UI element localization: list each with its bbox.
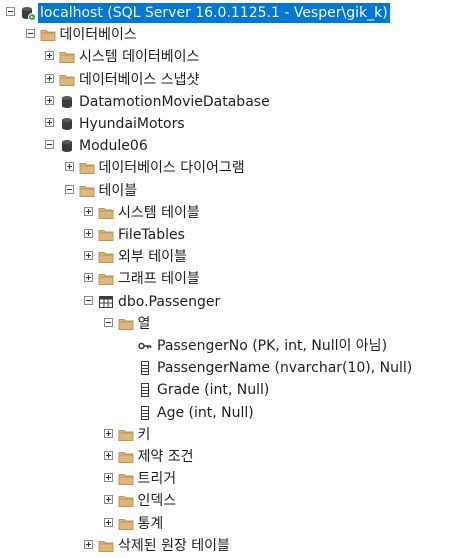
expand-icon[interactable]: [84, 251, 93, 261]
tree-node-label: HyundaiMotors: [79, 116, 185, 132]
tree-node-label: 외부 테이블: [118, 249, 187, 266]
tree-node-label: localhost (SQL Server 16.0.1125.1 - Vesp…: [38, 3, 390, 23]
tables-folder[interactable]: 테이블: [0, 180, 450, 202]
key-icon: [137, 338, 153, 354]
db-module06[interactable]: Module06: [0, 135, 450, 157]
expand-icon[interactable]: [103, 517, 113, 527]
tree-node-label: PassengerName (nvarchar(10), Null): [157, 360, 413, 377]
tree-node-label: 그래프 테이블: [118, 271, 200, 288]
folder-icon: [118, 493, 134, 509]
expand-icon[interactable]: [103, 495, 113, 505]
indexes-folder[interactable]: 인덱스: [0, 490, 450, 512]
system-databases-folder[interactable]: 시스템 데이터베이스: [0, 46, 450, 68]
tree-node-label: Age (int, Null): [157, 404, 254, 421]
tree-node-label: 시스템 데이터베이스: [79, 49, 200, 66]
folder-icon: [98, 227, 114, 243]
tree-node-label: 데이터베이스: [59, 27, 137, 44]
expand-icon[interactable]: [103, 473, 113, 483]
folder-icon: [118, 471, 134, 487]
column-icon: [137, 360, 153, 376]
object-explorer-tree: localhost (SQL Server 16.0.1125.1 - Vesp…: [0, 0, 450, 554]
expand-icon[interactable]: [45, 95, 54, 105]
tree-node-label: 통계: [137, 515, 164, 532]
table-icon: [98, 294, 114, 310]
folder-icon: [98, 205, 114, 221]
collapse-icon[interactable]: [84, 295, 93, 305]
column-passengername[interactable]: PassengerName (nvarchar(10), Null): [0, 357, 450, 379]
tree-node-label: 제약 조건: [137, 449, 194, 465]
system-tables-folder[interactable]: 시스템 테이블: [0, 202, 450, 224]
database-icon: [59, 116, 75, 132]
collapse-icon[interactable]: [6, 7, 15, 16]
column-icon: [137, 382, 153, 398]
collapse-icon[interactable]: [25, 29, 35, 39]
folder-icon: [98, 271, 114, 287]
column-age[interactable]: Age (int, Null): [0, 402, 450, 424]
database-snapshots-folder[interactable]: 데이터베이스 스냅샷: [0, 69, 450, 91]
statistics-folder[interactable]: 통계: [0, 513, 450, 535]
expand-icon[interactable]: [45, 118, 54, 127]
folder-icon: [118, 316, 134, 332]
database-diagrams-folder[interactable]: 데이터베이스 다이어그램: [0, 157, 450, 179]
expand-icon[interactable]: [84, 229, 93, 238]
tree-node-label: 데이터베이스 다이어그램: [98, 160, 245, 177]
triggers-folder[interactable]: 트리거: [0, 468, 450, 490]
tree-node-label: 테이블: [98, 182, 138, 199]
tree-node-label: FileTables: [118, 227, 185, 243]
expand-icon[interactable]: [64, 162, 74, 172]
column-grade[interactable]: Grade (int, Null): [0, 379, 450, 401]
folder-icon: [118, 449, 134, 465]
tree-node-label: 키: [137, 426, 151, 443]
folder-icon: [40, 27, 56, 43]
folder-icon: [79, 183, 95, 199]
server-node[interactable]: localhost (SQL Server 16.0.1125.1 - Vesp…: [0, 2, 450, 24]
folder-icon: [59, 49, 75, 65]
tree-node-label: Module06: [79, 138, 148, 155]
graph-tables-folder[interactable]: 그래프 테이블: [0, 268, 450, 290]
folder-icon: [118, 427, 134, 443]
folder-icon: [79, 160, 95, 176]
tree-node-label: 트리거: [137, 471, 177, 488]
table-dbo-passenger[interactable]: dbo.Passenger: [0, 291, 450, 313]
tree-node-label: 열: [137, 315, 151, 332]
keys-folder[interactable]: 키: [0, 424, 450, 446]
db-hyundaimotors[interactable]: HyundaiMotors: [0, 113, 450, 135]
tree-node-label: 데이터베이스 스냅샷: [79, 71, 200, 88]
expand-icon[interactable]: [84, 539, 93, 549]
expand-icon[interactable]: [103, 451, 113, 460]
database-icon: [59, 94, 75, 110]
expand-icon[interactable]: [84, 206, 93, 216]
db-datamotionmoviedatabase[interactable]: DatamotionMovieDatabase: [0, 91, 450, 113]
dropped-ledger-tables-folder[interactable]: 삭제된 원장 테이블: [0, 535, 450, 557]
filetables-folder[interactable]: FileTables: [0, 224, 450, 246]
expand-icon[interactable]: [45, 73, 54, 83]
databases-folder[interactable]: 데이터베이스: [0, 24, 450, 46]
expand-icon[interactable]: [84, 273, 93, 283]
column-icon: [137, 405, 153, 421]
collapse-icon[interactable]: [45, 140, 54, 150]
server-icon: [20, 5, 36, 21]
folder-icon: [98, 538, 114, 554]
folder-icon: [98, 249, 114, 265]
database-icon: [59, 138, 75, 154]
expand-icon[interactable]: [103, 428, 113, 438]
tree-node-label: 삭제된 원장 테이블: [118, 537, 230, 554]
tree-node-label: dbo.Passenger: [118, 293, 221, 310]
tree-node-label: 인덱스: [137, 493, 177, 510]
expand-icon[interactable]: [45, 51, 54, 61]
columns-folder[interactable]: 열: [0, 313, 450, 335]
folder-icon: [118, 516, 134, 532]
constraints-folder[interactable]: 제약 조건: [0, 446, 450, 468]
tree-node-label: 시스템 테이블: [118, 204, 200, 221]
tree-node-label: PassengerNo (PK, int, Null이 아님): [157, 338, 388, 354]
folder-icon: [59, 72, 75, 88]
tree-node-label: Grade (int, Null): [157, 382, 270, 399]
column-passengerno[interactable]: PassengerNo (PK, int, Null이 아님): [0, 335, 450, 357]
collapse-icon[interactable]: [103, 317, 113, 327]
collapse-icon[interactable]: [64, 184, 74, 194]
external-tables-folder[interactable]: 외부 테이블: [0, 246, 450, 268]
tree-node-label: DatamotionMovieDatabase: [79, 93, 270, 110]
